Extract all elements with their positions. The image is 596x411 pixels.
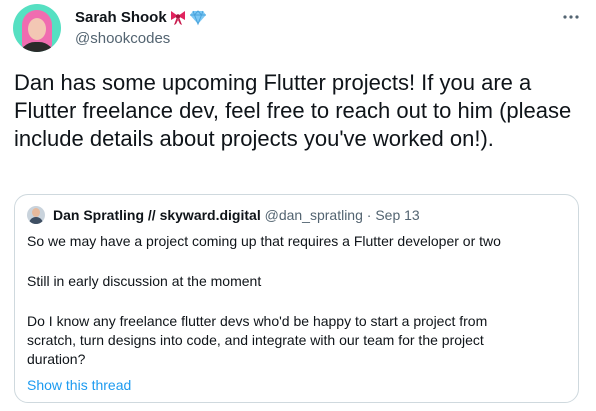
quoted-tweet[interactable]: Dan Spratling // skyward.digital @dan_sp… (14, 194, 579, 403)
quoted-line-4: scratch, turn designs into code, and int… (27, 332, 484, 348)
quoted-author-handle: @dan_spratling (264, 207, 363, 223)
quoted-author-avatar (27, 206, 45, 224)
quoted-tweet-header: Dan Spratling // skyward.digital @dan_sp… (53, 206, 420, 224)
tweet-card: Sarah Shook @shookcodes Dan has some upc… (0, 0, 596, 411)
author-handle[interactable]: @shookcodes (75, 30, 170, 48)
quoted-line-3: Do I know any freelance flutter devs who… (27, 313, 488, 329)
author-name[interactable]: Sarah Shook (75, 9, 167, 27)
show-thread-link[interactable]: Show this thread (27, 376, 131, 395)
quoted-avatar-body (29, 217, 43, 224)
quoted-tweet-date: Sep 13 (375, 207, 420, 223)
avatar-face (28, 18, 46, 40)
quoted-line-2: Still in early discussion at the moment (27, 273, 262, 289)
more-options-icon[interactable] (561, 8, 581, 26)
quoted-author-name: Dan Spratling // skyward.digital (53, 207, 261, 223)
ribbon-bow-icon (171, 11, 185, 25)
quoted-meta-separator: · (366, 207, 372, 223)
tweet-text: Dan has some upcoming Flutter projects! … (14, 70, 572, 151)
quoted-avatar-face (32, 208, 40, 217)
quoted-line-1: So we may have a project coming up that … (27, 233, 501, 249)
author-avatar[interactable] (13, 4, 61, 52)
gem-icon (190, 10, 206, 26)
quoted-line-5: duration? (27, 351, 86, 367)
